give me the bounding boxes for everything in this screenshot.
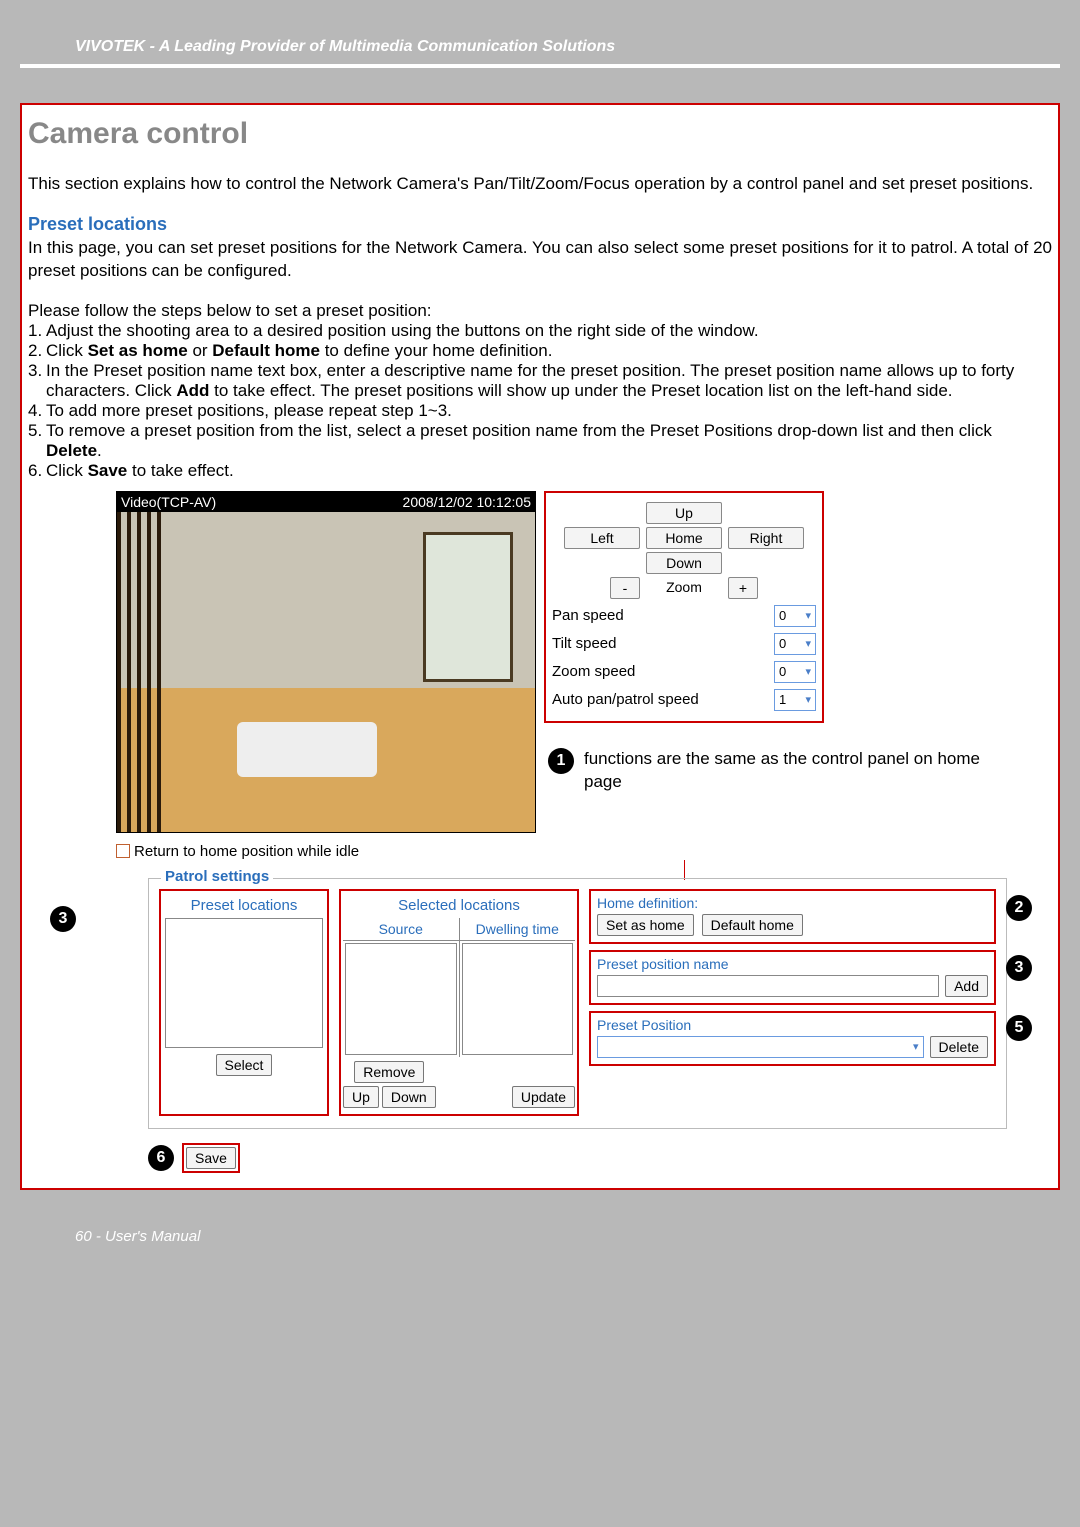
preset-name-label: Preset position name: [597, 956, 988, 972]
home-def-group: Home definition: Set as home Default hom…: [589, 889, 996, 944]
zoom-out-button[interactable]: -: [610, 577, 640, 599]
idle-checkbox[interactable]: [116, 844, 130, 858]
badge-2: 2: [1006, 895, 1032, 921]
preset-loc-title: Preset locations: [163, 893, 325, 918]
auto-speed-label: Auto pan/patrol speed: [552, 691, 768, 708]
default-home-button[interactable]: Default home: [702, 914, 803, 936]
idle-label: Return to home position while idle: [134, 843, 359, 860]
footer-text: 60 - User's Manual: [75, 1228, 200, 1245]
selected-loc-title: Selected locations: [343, 893, 575, 918]
up-order-button[interactable]: Up: [343, 1086, 379, 1108]
preset-name-group: Preset position name Add: [589, 950, 996, 1005]
zoom-label: Zoom: [646, 577, 722, 599]
video-timestamp: 2008/12/02 10:12:05: [403, 494, 531, 510]
page-footer: 60 - User's Manual: [20, 1228, 1060, 1245]
left-button[interactable]: Left: [564, 527, 640, 549]
zoom-speed-select[interactable]: 0▾: [774, 661, 816, 683]
remove-button[interactable]: Remove: [354, 1061, 424, 1083]
step-5: To remove a preset position from the lis…: [46, 421, 1052, 461]
dwelling-col: Dwelling time: [460, 918, 576, 940]
preset-name-input[interactable]: [597, 975, 939, 997]
down-order-button[interactable]: Down: [382, 1086, 436, 1108]
pan-speed-label: Pan speed: [552, 607, 768, 624]
preset-loc-list[interactable]: [165, 918, 323, 1048]
delete-button[interactable]: Delete: [930, 1036, 988, 1058]
zoom-speed-label: Zoom speed: [552, 663, 768, 680]
company-line: VIVOTEK - A Leading Provider of Multimed…: [75, 38, 615, 55]
page-outline: Camera control This section explains how…: [20, 103, 1060, 1190]
steps-list: 1.Adjust the shooting area to a desired …: [28, 321, 1052, 481]
step-6: Click Save to take effect.: [46, 461, 1052, 481]
preset-desc: In this page, you can set preset positio…: [28, 237, 1052, 283]
badge-3-right: 3: [1006, 955, 1032, 981]
annotation-1: 1 functions are the same as the control …: [548, 748, 1007, 794]
step-3: In the Preset position name text box, en…: [46, 361, 1052, 401]
update-button[interactable]: Update: [512, 1086, 575, 1108]
badge-3-left: 3: [50, 906, 76, 932]
set-home-button[interactable]: Set as home: [597, 914, 694, 936]
control-panel: Up Left Home Right Down - Zoom + Pan spe…: [544, 491, 824, 723]
section-title: Camera control: [28, 117, 1052, 151]
preset-position-group: Preset Position ▾ Delete: [589, 1011, 996, 1066]
preset-heading: Preset locations: [28, 214, 1052, 235]
add-button[interactable]: Add: [945, 975, 988, 997]
zoom-in-button[interactable]: +: [728, 577, 758, 599]
badge-1: 1: [548, 748, 574, 774]
video-image: [117, 512, 535, 832]
source-col: Source: [343, 918, 460, 940]
home-def-label: Home definition:: [597, 895, 988, 911]
tilt-speed-label: Tilt speed: [552, 635, 768, 652]
up-button[interactable]: Up: [646, 502, 722, 524]
auto-speed-select[interactable]: 1▾: [774, 689, 816, 711]
source-list[interactable]: [345, 943, 457, 1055]
pan-speed-select[interactable]: 0▾: [774, 605, 816, 627]
preset-position-select[interactable]: ▾: [597, 1036, 924, 1058]
home-button[interactable]: Home: [646, 527, 722, 549]
preset-position-label: Preset Position: [597, 1017, 988, 1033]
right-button[interactable]: Right: [728, 527, 804, 549]
patrol-fieldset: Patrol settings Preset locations Select …: [148, 878, 1007, 1129]
patrol-legend: Patrol settings: [161, 868, 273, 885]
select-button[interactable]: Select: [216, 1054, 273, 1076]
save-button[interactable]: Save: [186, 1147, 236, 1169]
badge-6: 6: [148, 1145, 174, 1171]
down-button[interactable]: Down: [646, 552, 722, 574]
steps-intro: Please follow the steps below to set a p…: [28, 301, 1052, 321]
patrol-area: 3 Patrol settings Preset locations Selec…: [28, 878, 1052, 1173]
video-frame: Video(TCP-AV) 2008/12/02 10:12:05: [116, 491, 536, 833]
doc-header: VIVOTEK - A Leading Provider of Multimed…: [20, 30, 1060, 68]
screenshot-region: Video(TCP-AV) 2008/12/02 10:12:05 Return…: [28, 491, 1052, 860]
intro-text: This section explains how to control the…: [28, 173, 1052, 196]
dwelling-list[interactable]: [462, 943, 574, 1055]
tilt-speed-select[interactable]: 0▾: [774, 633, 816, 655]
video-codec: Video(TCP-AV): [121, 494, 216, 510]
step-4: To add more preset positions, please rep…: [46, 401, 1052, 421]
badge-5: 5: [1006, 1015, 1032, 1041]
step-2: Click Set as home or Default home to def…: [46, 341, 1052, 361]
step-1: Adjust the shooting area to a desired po…: [46, 321, 1052, 341]
